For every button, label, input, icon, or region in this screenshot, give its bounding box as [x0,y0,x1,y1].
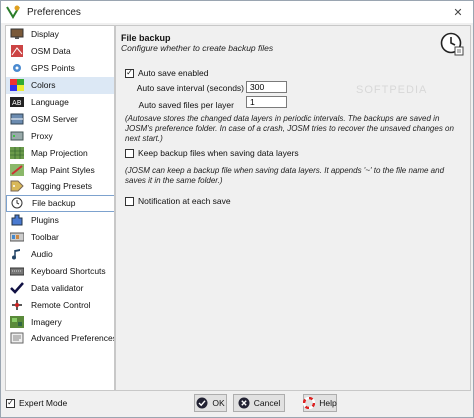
sidebar-item-display[interactable]: Display [6,26,114,43]
auto-saved-files-label: Auto saved files per layer [138,100,234,110]
auto-save-interval-input[interactable] [246,81,287,93]
sidebar-item-imagery[interactable]: Imagery [6,313,114,330]
backup-note: (JOSM can keep a backup file when saving… [125,166,445,185]
sidebar-item-plugins[interactable]: Plugins [6,212,114,229]
help-label: Help [319,398,337,408]
gps-points-icon [9,61,25,75]
sidebar-item-gps-points[interactable]: GPS Points [6,60,114,77]
sidebar-item-language[interactable]: AB Language [6,94,114,111]
sidebar-item-remote-control[interactable]: Remote Control [6,296,114,313]
tagging-presets-icon [9,179,25,193]
sidebar-item-label: Proxy [31,130,53,141]
notification-checkbox[interactable]: Notification at each save [125,196,231,206]
proxy-icon [9,129,25,143]
sidebar-item-label: File backup [32,198,76,209]
softpedia-watermark: SOFTPEDIA [356,84,428,96]
sidebar-item-toolbar[interactable]: Toolbar [6,229,114,246]
sidebar-item-label: Plugins [31,215,59,226]
remote-control-icon [9,298,25,312]
sidebar-item-label: OSM Data [31,46,71,57]
panel-subtitle: Configure whether to create backup files [121,43,274,53]
cancel-icon [238,397,250,409]
sidebar-item-label: Data validator [31,282,84,293]
help-lifebuoy-icon [303,397,316,409]
advanced-preferences-icon [9,331,25,345]
auto-save-interval-label: Auto save interval (seconds) [136,83,244,93]
close-window-button[interactable]: ✕ [443,1,473,23]
display-icon [9,27,25,41]
sidebar-item-tagging-presets[interactable]: Tagging Presets [6,178,114,195]
keyboard-shortcuts-icon [9,264,25,278]
colors-icon [9,78,25,92]
preferences-window: Preferences ✕ Display OSM Data GPS Point… [0,0,474,418]
sidebar-item-label: Keyboard Shortcuts [31,265,106,276]
toolbar-icon [9,230,25,244]
sidebar-item-label: OSM Server [31,113,78,124]
cancel-label: Cancel [253,398,281,408]
sidebar-item-label: Remote Control [31,299,91,310]
window-title: Preferences [27,6,81,18]
map-paint-styles-icon [9,163,25,177]
ok-button[interactable]: OK [194,394,227,412]
clock-icon [440,32,464,56]
sidebar-item-proxy[interactable]: Proxy [6,127,114,144]
autosave-note: (Autosave stores the changed data layers… [125,114,454,143]
file-backup-icon [10,196,26,210]
close-icon: ✕ [453,6,463,19]
josm-app-icon [5,4,21,20]
sidebar-item-label: Language [31,97,69,107]
keep-backup-check-box[interactable] [125,148,134,158]
auto-save-check-box[interactable]: ✓ [125,68,134,78]
imagery-icon [9,315,25,329]
sidebar-item-keyboard-shortcuts[interactable]: Keyboard Shortcuts [6,262,114,279]
sidebar-item-data-validator[interactable]: Data validator [6,279,114,296]
file-backup-panel: File backup Configure whether to create … [115,25,471,391]
sidebar-item-label: Map Paint Styles [31,164,95,175]
notification-check-box[interactable] [125,196,134,206]
sidebar-item-map-paint-styles[interactable]: Map Paint Styles [6,161,114,178]
title-bar: Preferences ✕ [1,1,473,23]
preferences-sidebar: Display OSM Data GPS Points Colors AB La… [5,25,115,391]
map-projection-icon [9,146,25,160]
language-icon: AB [9,95,25,109]
expert-mode-label: Expert Mode [19,398,68,408]
keep-backup-label: Keep backup files when saving data layer… [138,148,299,158]
expert-mode-check-box[interactable]: ✓ [6,398,15,408]
audio-icon [9,247,25,261]
osm-server-icon [9,112,25,126]
notification-label: Notification at each save [138,196,231,206]
osm-data-icon [9,44,25,58]
auto-save-checkbox[interactable]: ✓ Auto save enabled [125,68,208,78]
sidebar-item-label: Advanced Preferences [31,333,115,344]
sidebar-item-advanced-preferences[interactable]: Advanced Preferences [6,330,114,347]
sidebar-item-audio[interactable]: Audio [6,246,114,263]
sidebar-item-label: Tagging Presets [31,181,92,192]
svg-text:AB: AB [12,99,22,107]
sidebar-item-osm-server[interactable]: OSM Server [6,110,114,127]
sidebar-item-file-backup[interactable]: File backup [6,194,114,212]
sidebar-item-label: Imagery [31,316,62,327]
sidebar-item-label: Display [31,29,59,40]
ok-label: OK [212,398,225,408]
sidebar-item-label: Colors [31,80,56,91]
plugins-icon [9,213,25,227]
expert-mode-checkbox[interactable]: ✓ Expert Mode [6,398,67,408]
auto-saved-files-input[interactable] [246,96,287,108]
ok-check-icon [196,397,208,409]
sidebar-item-osm-data[interactable]: OSM Data [6,43,114,60]
sidebar-item-label: GPS Points [31,63,75,74]
auto-save-label: Auto save enabled [138,68,209,78]
footer-bar: ✓ Expert Mode OK Cancel Help [1,391,473,417]
sidebar-item-label: Audio [31,249,53,260]
sidebar-item-label: Map Projection [31,147,88,158]
help-button[interactable]: Help [303,394,337,412]
cancel-button[interactable]: Cancel [233,394,285,412]
sidebar-item-colors[interactable]: Colors [6,76,114,94]
sidebar-item-map-projection[interactable]: Map Projection [6,144,114,161]
data-validator-icon [9,281,25,295]
panel-title: File backup [121,33,171,43]
sidebar-item-label: Toolbar [31,232,59,243]
keep-backup-checkbox[interactable]: Keep backup files when saving data layer… [125,148,299,158]
